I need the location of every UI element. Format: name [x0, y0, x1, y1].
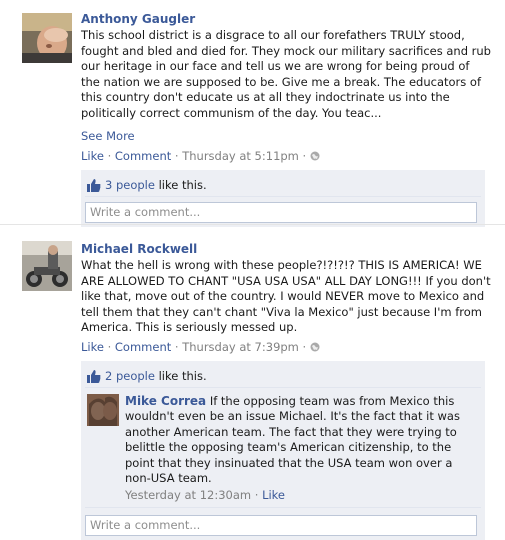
reply-timestamp[interactable]: Yesterday at 12:30am [125, 488, 251, 502]
separator: · [171, 339, 183, 354]
post-text: This school district is a disgrace to al… [81, 28, 491, 120]
globe-icon [310, 149, 320, 163]
avatar[interactable] [87, 393, 119, 426]
comment-link[interactable]: Comment [115, 149, 171, 163]
separator: · [298, 149, 310, 163]
thumbs-up-icon [87, 177, 101, 199]
post-divider [0, 224, 505, 225]
comment-input[interactable]: Write a comment... [85, 514, 477, 536]
thumbs-up-icon [87, 368, 101, 390]
separator: · [298, 339, 310, 354]
reply-author[interactable]: Mike Correa [125, 394, 206, 408]
globe-icon [310, 340, 320, 354]
reply-like-link[interactable]: Like [262, 488, 285, 502]
reply-meta: Yesterday at 12:30am · Like [125, 488, 481, 503]
post-author[interactable]: Michael Rockwell [81, 242, 491, 257]
comment-input[interactable]: Write a comment... [85, 202, 477, 223]
likes-suffix: like this. [154, 178, 207, 192]
like-link[interactable]: Like [81, 340, 104, 354]
post-timestamp[interactable]: Thursday at 5:11pm [182, 149, 299, 163]
likes-box: 2 people like this. Mike Correa If the o… [81, 360, 485, 540]
post-author[interactable]: Anthony Gaugler [81, 12, 491, 27]
separator: · [103, 339, 115, 354]
post-timestamp[interactable]: Thursday at 7:39pm [182, 340, 299, 354]
likes-suffix: like this. [154, 368, 207, 383]
separator: · [103, 149, 115, 163]
comment-link[interactable]: Comment [115, 340, 171, 354]
post-content: Michael Rockwell What the hell is wrong … [81, 242, 491, 540]
avatar[interactable] [22, 13, 72, 63]
likes-count-link[interactable]: 2 people [105, 369, 155, 383]
separator: · [251, 487, 263, 502]
post-text: What the hell is wrong with these people… [81, 258, 491, 334]
likes-box: 3 people like this. Write a comment... [81, 170, 485, 227]
comment-reply: Mike Correa If the opposing team was fro… [85, 388, 481, 508]
avatar[interactable] [22, 241, 72, 291]
see-more-link[interactable]: See More [81, 129, 491, 144]
likes-count-link[interactable]: 3 people [105, 178, 155, 192]
separator: · [171, 149, 183, 163]
likes-summary: 2 people like this. [85, 365, 481, 388]
likes-summary: 3 people like this. [85, 174, 481, 197]
like-link[interactable]: Like [81, 149, 104, 163]
post-actions: Like · Comment · Thursday at 7:39pm · [81, 340, 491, 355]
post-content: Anthony Gaugler This school district is … [81, 12, 491, 227]
reply-body: Mike Correa If the opposing team was fro… [125, 394, 481, 487]
post-actions: Like · Comment · Thursday at 5:11pm · [81, 149, 491, 164]
